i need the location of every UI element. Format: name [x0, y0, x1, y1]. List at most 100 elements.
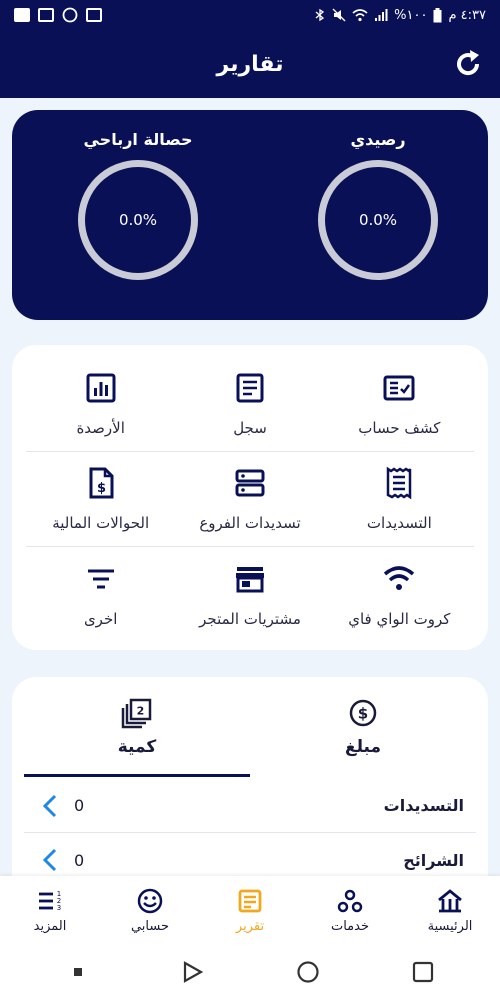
menu-item-label: مشتريات المتجر — [199, 609, 301, 628]
log-icon — [236, 373, 264, 403]
circle-home-icon — [296, 961, 319, 983]
menu-item-label: التسديدات — [366, 514, 432, 532]
receipt-icon — [387, 466, 412, 500]
bluetooth-icon — [315, 8, 325, 22]
battery-percent: %١٠٠ — [394, 7, 428, 23]
system-status: %١٠٠ ٤:٣٧ م — [314, 7, 486, 23]
row-value: 0 — [74, 850, 85, 870]
gauge-ring: 0.0% — [78, 160, 198, 280]
bottom-nav: الرئيسية خدمات تقرير حسابي 123 المزيد — [0, 876, 500, 944]
balances-chart-icon — [86, 373, 116, 403]
gauge-value: 0.0% — [118, 211, 158, 229]
nav-label: المزيد — [33, 918, 67, 934]
nav-services[interactable]: خدمات — [300, 876, 400, 944]
menu-item-label: كروت الواي فاي — [348, 609, 451, 628]
status-time: ٤:٣٧ م — [448, 7, 486, 23]
menu-item-wifi-cards[interactable]: كروت الواي فاي — [325, 547, 474, 642]
notification-square-icon — [14, 8, 30, 22]
menu-row: كشف حساب سجل الأرصدة — [26, 357, 474, 452]
battery-icon — [433, 7, 442, 22]
tab-amount[interactable]: $ مبلغ — [250, 677, 476, 777]
system-home-button[interactable] — [288, 952, 328, 992]
system-recents-button[interactable] — [403, 952, 443, 992]
nav-label: الرئيسية — [427, 918, 473, 934]
balance-card: رصيدي 0.0% حصالة ارباحي 0.0% — [12, 110, 488, 320]
list-item[interactable]: 0 التسديدات — [24, 779, 476, 833]
row-name: الشرائح — [403, 850, 464, 870]
gauge-value: 0.0% — [358, 211, 398, 229]
menu-item-payments[interactable]: التسديدات — [325, 452, 474, 546]
chevron-left-icon — [42, 848, 57, 872]
mute-icon — [332, 8, 346, 22]
triangle-back-icon — [183, 961, 203, 983]
dollar-circle-icon: $ — [349, 699, 377, 727]
refresh-button[interactable] — [450, 46, 486, 82]
home-icon — [438, 888, 462, 912]
menu-item-label: تسديدات الفروع — [199, 514, 301, 532]
system-nav-bar — [0, 944, 500, 1000]
nav-home[interactable]: الرئيسية — [400, 876, 500, 944]
message-notification-icon — [86, 8, 102, 22]
server-storage-icon — [235, 469, 265, 497]
menu-row: كروت الواي فاي مشتريات المتجر اخرى — [26, 547, 474, 642]
refresh-icon — [457, 50, 480, 76]
reports-menu: كشف حساب سجل الأرصدة التسديدات تسديدات ا… — [12, 345, 488, 650]
menu-item-label: كشف حساب — [358, 419, 441, 437]
status-bar: %١٠٠ ٤:٣٧ م — [0, 0, 500, 30]
gallery-notification-icon — [38, 8, 54, 22]
smiley-icon — [137, 888, 163, 913]
row-value-group: 0 — [42, 848, 84, 872]
signal-icon — [375, 9, 388, 21]
tab-quantity[interactable]: 2 كمية — [24, 677, 250, 777]
menu-item-log[interactable]: سجل — [175, 357, 324, 451]
system-back-button[interactable] — [173, 952, 213, 992]
gauge-label: حصالة ارباحي — [83, 130, 193, 149]
svg-text:$: $ — [97, 481, 106, 496]
report-icon — [238, 889, 262, 912]
app-bar: تقارير — [0, 30, 500, 98]
nav-label: تقرير — [235, 918, 265, 934]
menu-item-account-statement[interactable]: كشف حساب — [325, 357, 474, 451]
menu-item-label: اخرى — [83, 609, 118, 628]
nav-report[interactable]: تقرير — [200, 876, 300, 944]
nav-my-account[interactable]: حسابي — [100, 876, 200, 944]
nav-more[interactable]: 123 المزيد — [0, 876, 100, 944]
tab-label: كمية — [117, 737, 157, 757]
svg-text:3: 3 — [57, 904, 61, 912]
page-title: تقارير — [216, 51, 284, 77]
filter-lines-icon — [87, 569, 114, 588]
square-recents-icon — [412, 961, 433, 983]
menu-item-label: الأرصدة — [76, 419, 125, 437]
nav-label: خدمات — [330, 918, 370, 934]
menu-row: التسديدات تسديدات الفروع $ الحوالات الما… — [26, 452, 474, 547]
menu-item-other[interactable]: اخرى — [26, 547, 175, 642]
menu-item-label: سجل — [233, 419, 267, 437]
row-value-group: 0 — [42, 794, 84, 818]
money-document-icon: $ — [89, 467, 114, 499]
notification-icons — [14, 7, 102, 23]
wifi-icon — [384, 565, 415, 590]
nav-label: حسابي — [130, 918, 170, 934]
chevron-left-icon — [42, 794, 57, 817]
gauge-label: رصيدي — [350, 130, 406, 149]
system-menu-button[interactable] — [58, 952, 98, 992]
tab-label: مبلغ — [344, 737, 382, 757]
menu-item-branch-payments[interactable]: تسديدات الفروع — [175, 452, 324, 546]
svg-text:2: 2 — [137, 705, 145, 718]
stack-number-icon: 2 — [121, 698, 152, 729]
whatsapp-icon — [62, 7, 78, 23]
menu-item-money-transfers[interactable]: $ الحوالات المالية — [26, 452, 175, 546]
menu-item-balances[interactable]: الأرصدة — [26, 357, 175, 451]
my-balance-gauge: رصيدي 0.0% — [298, 130, 458, 280]
services-icon — [337, 889, 363, 912]
small-square-icon — [73, 968, 82, 976]
gauge-ring: 0.0% — [318, 160, 438, 280]
profit-box-gauge: حصالة ارباحي 0.0% — [58, 130, 218, 280]
more-list-icon: 123 — [39, 890, 61, 912]
menu-item-label: الحوالات المالية — [52, 514, 150, 532]
row-name: التسديدات — [383, 796, 464, 815]
menu-item-store-purchases[interactable]: مشتريات المتجر — [175, 547, 324, 642]
stats-tabs: 2 كمية $ مبلغ — [24, 677, 476, 777]
row-value: 0 — [74, 796, 85, 815]
store-icon — [236, 566, 264, 592]
